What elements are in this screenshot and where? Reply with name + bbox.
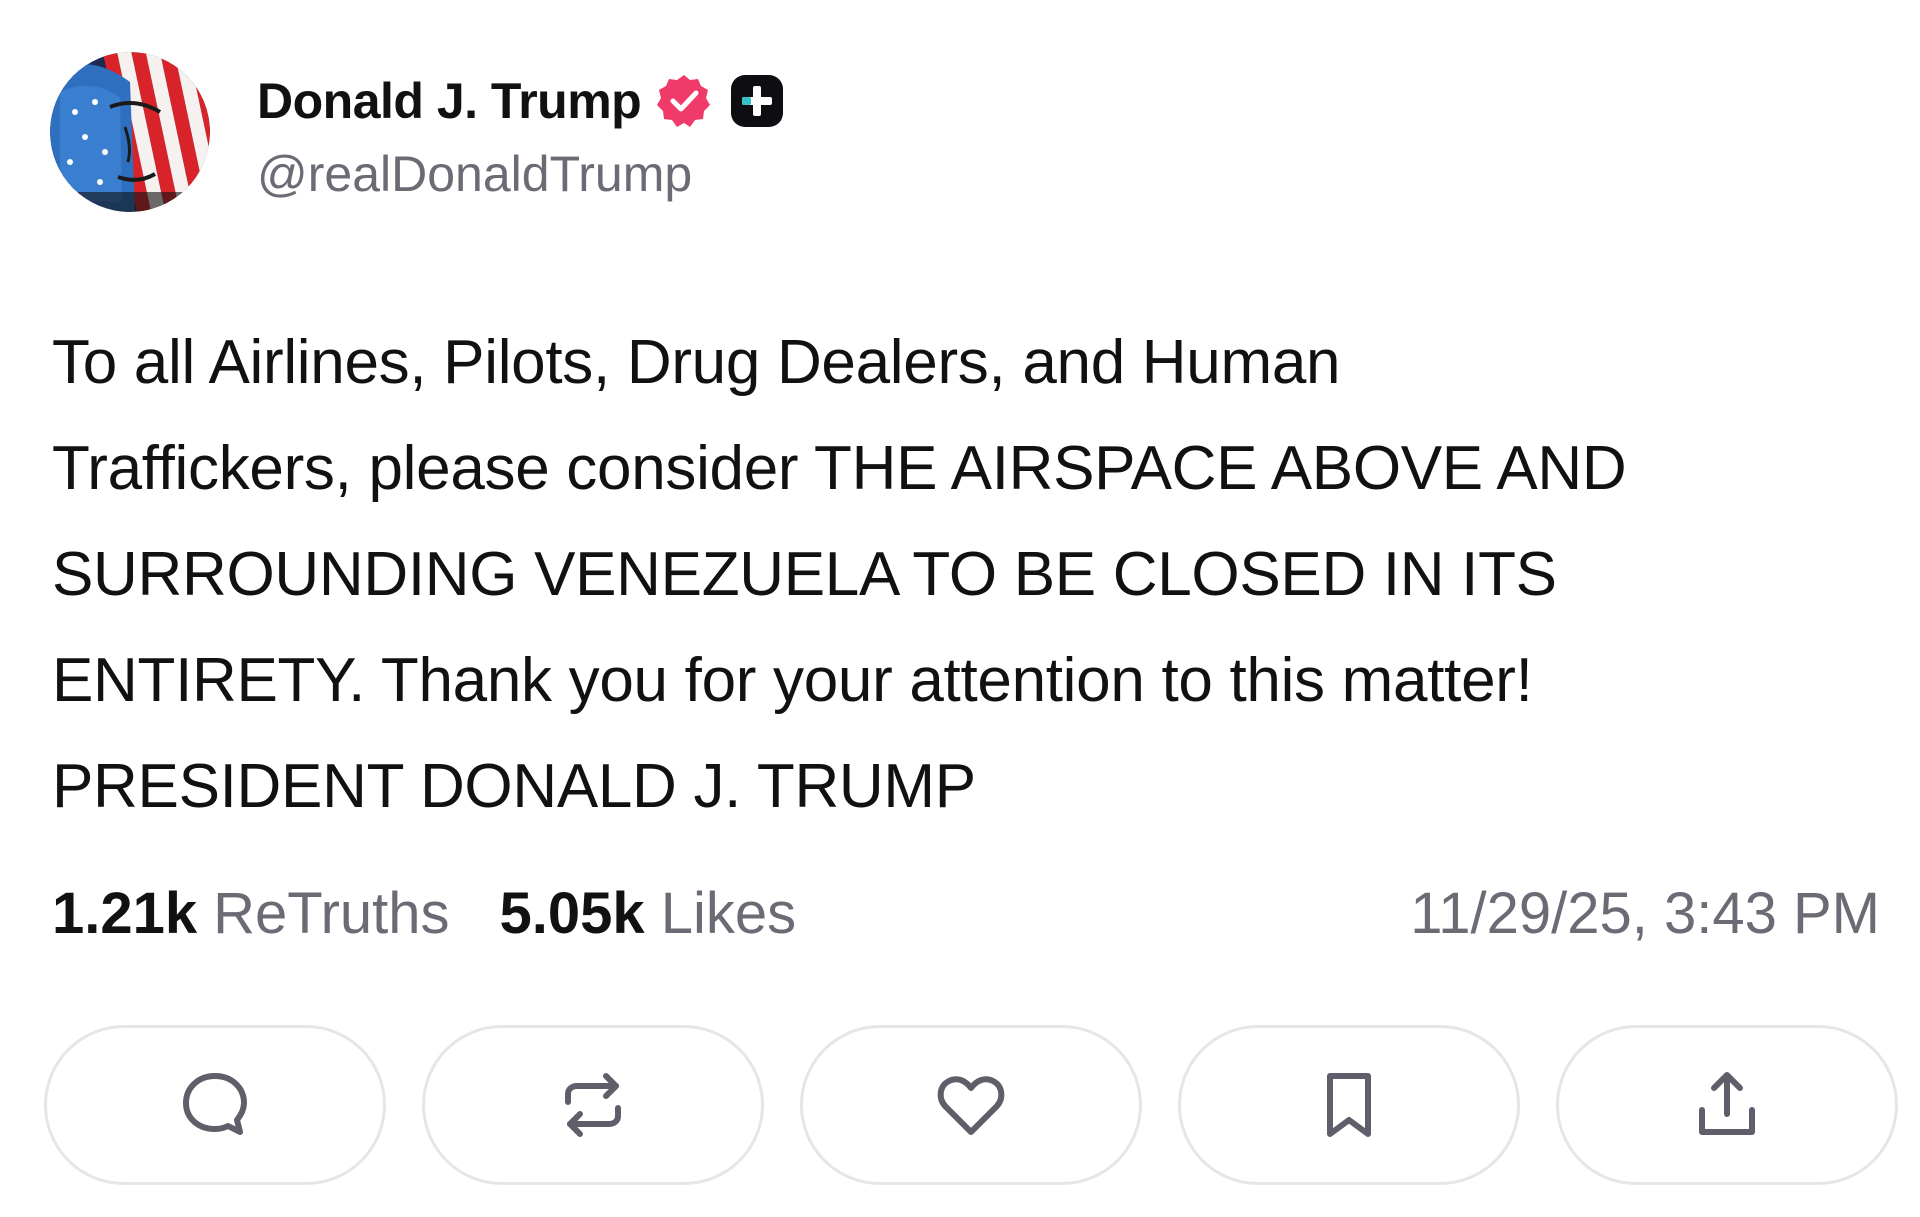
- likes-count[interactable]: 5.05k: [500, 880, 645, 947]
- heart-icon: [937, 1076, 1005, 1135]
- share-button[interactable]: [1556, 1025, 1898, 1185]
- share-icon: [1699, 1072, 1755, 1135]
- post-card: Donald J. Trump @realDonaldTrump To all …: [0, 0, 1920, 1217]
- display-name[interactable]: Donald J. Trump: [257, 72, 642, 130]
- likes-label[interactable]: Likes: [661, 880, 796, 947]
- avatar[interactable]: [50, 52, 210, 212]
- like-button[interactable]: [800, 1025, 1142, 1185]
- author-identity: Donald J. Trump @realDonaldTrump: [257, 61, 785, 203]
- retruth-button[interactable]: [422, 1025, 764, 1185]
- post-timestamp[interactable]: 11/29/25, 3:43 PM: [1410, 880, 1880, 947]
- author-handle[interactable]: @realDonaldTrump: [257, 145, 785, 203]
- bookmark-icon: [1327, 1073, 1371, 1137]
- bookmark-button[interactable]: [1178, 1025, 1520, 1185]
- retruths-label[interactable]: ReTruths: [213, 880, 449, 947]
- reply-icon: [183, 1073, 247, 1135]
- post-text: To all Airlines, Pilots, Drug Dealers, a…: [52, 328, 1627, 821]
- plus-badge-icon: [731, 75, 784, 127]
- post-stats: 1.21k ReTruths 5.05k Likes: [52, 880, 796, 947]
- retruth-icon: [565, 1073, 621, 1137]
- action-bar: [44, 1025, 1898, 1185]
- retruths-count[interactable]: 1.21k: [52, 880, 197, 947]
- name-row: Donald J. Trump: [257, 61, 785, 141]
- verified-badge-icon: [657, 75, 711, 127]
- post-header: Donald J. Trump @realDonaldTrump: [50, 52, 785, 212]
- reply-button[interactable]: [44, 1025, 386, 1185]
